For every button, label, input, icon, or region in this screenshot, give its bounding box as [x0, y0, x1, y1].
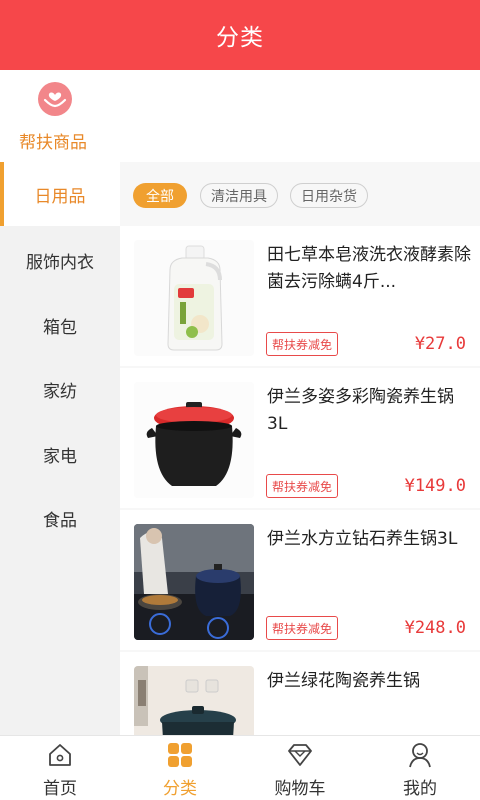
tab-label: 分类 — [163, 779, 197, 799]
product-card[interactable]: 伊兰绿花陶瓷养生锅 — [120, 652, 480, 735]
tab-mine[interactable]: 我的 — [360, 736, 480, 800]
helping-hands-icon — [38, 82, 72, 116]
tab-cart[interactable]: 购物车 — [240, 736, 360, 800]
category-sidebar: 日用品 服饰内衣 箱包 家纺 家电 食品 — [0, 162, 120, 735]
home-icon — [46, 741, 74, 769]
sidebar-item-label: 箱包 — [43, 317, 77, 338]
sidebar-item-label: 日用品 — [34, 186, 86, 207]
tab-label: 首页 — [43, 779, 77, 799]
featured-label: 帮扶商品 — [19, 133, 87, 153]
sidebar-item-textiles[interactable]: 家纺 — [0, 357, 120, 421]
chip-sundries[interactable]: 日用杂货 — [290, 183, 368, 208]
product-image-detergent — [134, 240, 254, 356]
product-name: 伊兰多姿多彩陶瓷养生锅3L — [267, 387, 454, 434]
subcategory-filters: 全部 清洁用具 日用杂货 — [120, 162, 480, 226]
bottom-tab-bar: 首页 分类 购物车 我的 — [0, 735, 480, 800]
tab-label: 我的 — [403, 779, 437, 799]
diamond-cart-icon — [286, 741, 314, 769]
sidebar-item-label: 家纺 — [43, 381, 77, 402]
product-card[interactable]: 田七草本皂液洗衣液酵素除菌去污除螨4斤... 帮扶券减免 ¥27.0 — [120, 226, 480, 366]
sidebar-item-label: 食品 — [43, 510, 77, 531]
chip-all[interactable]: 全部 — [133, 183, 187, 208]
user-icon — [406, 741, 434, 769]
sidebar-item-appliances[interactable]: 家电 — [0, 422, 120, 486]
product-name: 田七草本皂液洗衣液酵素除菌去污除螨4斤... — [267, 245, 471, 292]
product-price: ¥248.0 — [404, 618, 466, 638]
product-name: 伊兰水方立钻石养生锅3L — [267, 529, 458, 549]
sidebar-item-clothing[interactable]: 服饰内衣 — [0, 228, 120, 292]
sidebar-item-daily[interactable]: 日用品 — [0, 162, 120, 226]
sidebar-item-label: 家电 — [43, 446, 77, 467]
product-name: 伊兰绿花陶瓷养生锅 — [267, 671, 420, 691]
coupon-badge: 帮扶券减免 — [266, 332, 339, 356]
tab-label: 购物车 — [274, 779, 326, 799]
sidebar-item-food[interactable]: 食品 — [0, 486, 120, 550]
tab-home[interactable]: 首页 — [0, 736, 120, 800]
featured-section: 帮扶商品 — [0, 70, 480, 162]
sidebar-item-label: 服饰内衣 — [26, 252, 94, 273]
product-image-red-casserole — [134, 382, 254, 498]
category-grid-icon — [166, 741, 194, 769]
tab-category[interactable]: 分类 — [120, 736, 240, 800]
page-title: 分类 — [216, 25, 264, 51]
sidebar-item-bags[interactable]: 箱包 — [0, 293, 120, 357]
product-card[interactable]: 伊兰多姿多彩陶瓷养生锅3L 帮扶券减免 ¥149.0 — [120, 368, 480, 508]
product-image-green-pot — [134, 666, 254, 735]
chip-cleaning[interactable]: 清洁用具 — [200, 183, 278, 208]
top-header: 分类 — [0, 0, 480, 70]
product-price: ¥149.0 — [404, 476, 466, 496]
featured-help-products[interactable]: 帮扶商品 — [8, 82, 98, 160]
product-price: ¥27.0 — [414, 334, 466, 354]
product-image-kitchen-photo — [134, 524, 254, 640]
product-card[interactable]: 伊兰水方立钻石养生锅3L 帮扶券减免 ¥248.0 — [120, 510, 480, 650]
coupon-badge: 帮扶券减免 — [266, 474, 339, 498]
coupon-badge: 帮扶券减免 — [266, 616, 339, 640]
product-list: 田七草本皂液洗衣液酵素除菌去污除螨4斤... 帮扶券减免 ¥27.0 伊兰多姿多… — [120, 226, 480, 735]
